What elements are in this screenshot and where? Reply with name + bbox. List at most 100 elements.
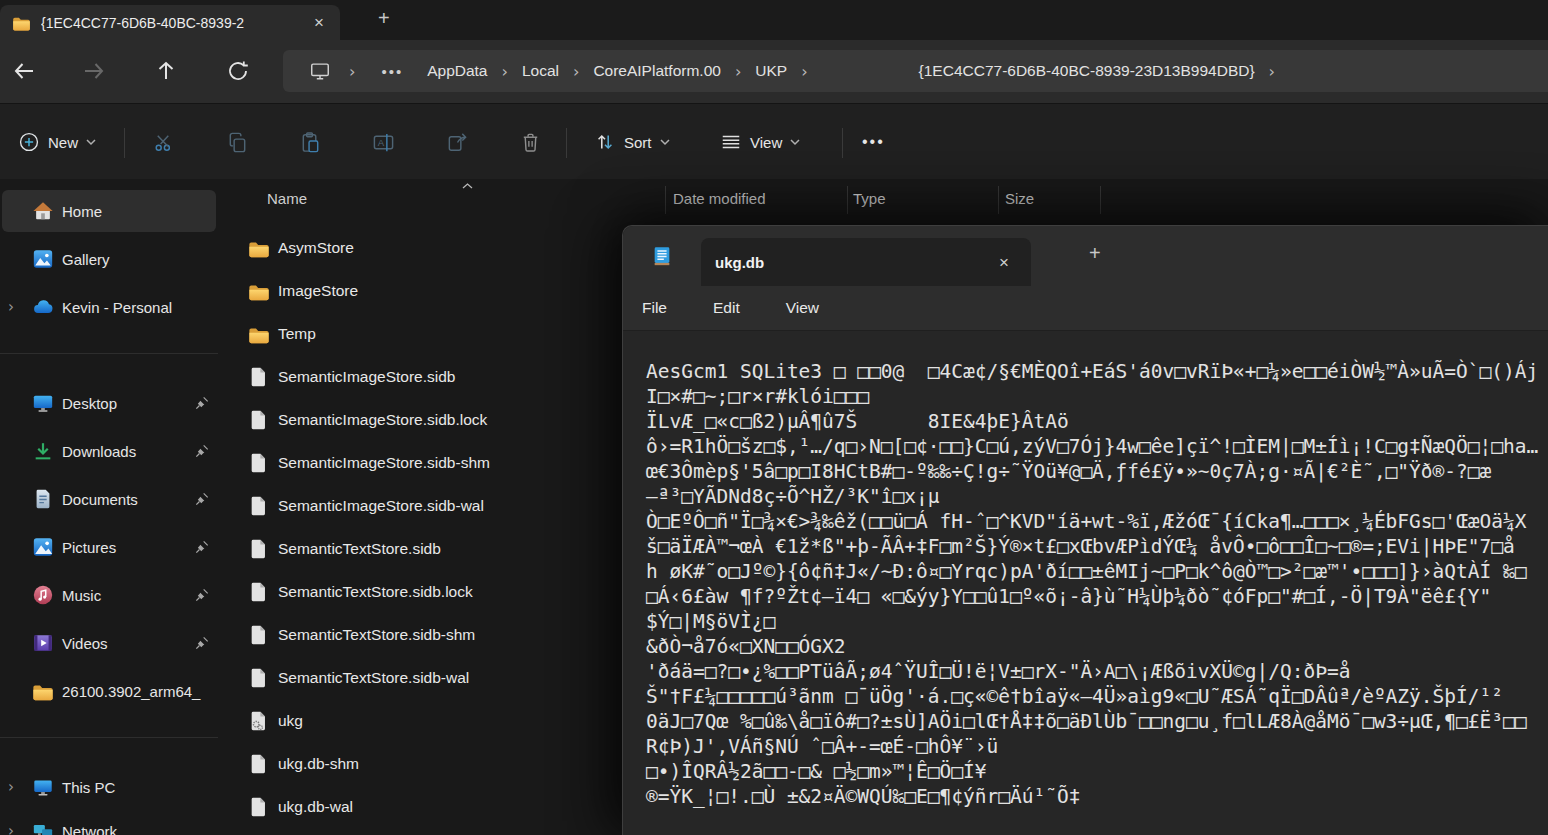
sidebar-item-videos[interactable]: Videos <box>0 622 218 664</box>
new-button[interactable]: New <box>18 104 96 180</box>
file-row[interactable]: SemanticImageStore.sidb <box>218 355 622 398</box>
sidebar-item-onedrive[interactable]: › Kevin - Personal <box>0 286 218 328</box>
breadcrumb-item[interactable]: UKP <box>745 62 797 80</box>
refresh-icon[interactable] <box>226 59 250 83</box>
pin-icon <box>194 443 210 459</box>
desktop-icon <box>32 392 54 414</box>
text-line: □•)ÎQRÂ½2ã□□-□& □½□m»™¦Ê□Ö□Í¥ <box>646 759 1548 784</box>
view-button[interactable]: View <box>720 104 800 180</box>
file-row[interactable]: ukg.db-shm <box>218 742 622 785</box>
new-tab-button[interactable]: + <box>378 8 390 28</box>
file-icon <box>248 624 270 646</box>
explorer-nav-bar: › ••• AppData › Local › CoreAIPlatform.0… <box>0 40 1548 103</box>
column-header-size[interactable]: Size <box>1005 190 1034 207</box>
up-icon[interactable] <box>154 59 178 83</box>
sidebar-divider <box>0 737 218 738</box>
network-icon <box>32 820 54 835</box>
chevron-right-icon[interactable]: › <box>8 778 14 796</box>
file-icon <box>248 667 270 689</box>
menu-file[interactable]: File <box>630 299 679 317</box>
sidebar-item-gallery[interactable]: Gallery <box>0 238 218 280</box>
sidebar-item-network[interactable]: › Network <box>0 810 218 835</box>
sidebar-item-pictures[interactable]: Pictures <box>0 526 218 568</box>
toolbar-divider <box>842 128 843 158</box>
chevron-right-icon[interactable]: › <box>8 298 14 316</box>
file-row[interactable]: SemanticTextStore.sidb-wal <box>218 656 622 699</box>
menu-view[interactable]: View <box>774 299 831 317</box>
file-icon <box>248 495 270 517</box>
file-row[interactable]: ukg.db-wal <box>218 785 622 828</box>
file-row[interactable]: SemanticTextStore.sidb.lock <box>218 570 622 613</box>
sidebar-item-folder[interactable]: 26100.3902_arm64_ <box>0 670 218 712</box>
explorer-tab-bar: {1EC4CC77-6D6B-40BC-8939-2 × + <box>0 0 1548 40</box>
gallery-icon <box>32 248 54 270</box>
column-divider[interactable] <box>998 186 999 214</box>
file-row[interactable]: Temp <box>218 312 622 355</box>
file-row[interactable]: ImageStore <box>218 269 622 312</box>
column-divider[interactable] <box>1100 186 1101 214</box>
breadcrumb-overflow-icon[interactable]: ••• <box>381 63 403 80</box>
delete-icon[interactable] <box>519 131 542 154</box>
more-options-icon[interactable]: ••• <box>862 104 885 180</box>
text-line: □Á‹6£àw ¶f?ºŽt¢—ï4□ «□&ýy}Y□□û1□º«õ¡-â}ù… <box>646 584 1548 609</box>
notepad-tab-close-icon[interactable]: × <box>993 252 1015 273</box>
sidebar-item-music[interactable]: Music <box>0 574 218 616</box>
file-row[interactable]: SemanticImageStore.sidb-shm <box>218 441 622 484</box>
this-pc-icon[interactable] <box>309 60 331 82</box>
column-header-date-modified[interactable]: Date modified <box>673 190 766 207</box>
forward-icon[interactable] <box>82 59 106 83</box>
pin-icon <box>194 587 210 603</box>
folder-icon <box>32 680 54 702</box>
text-line: I□×#□~;□r×r#klói□□□ <box>646 384 1548 409</box>
address-bar[interactable]: › ••• AppData › Local › CoreAIPlatform.0… <box>283 50 1548 92</box>
back-icon[interactable] <box>12 59 36 83</box>
text-line: ô›=R1hÖ□šz□$,¹…/q□›N□[□¢·□□}C□ú,zýV□7Ój}… <box>646 434 1548 459</box>
sort-button[interactable]: Sort <box>594 104 670 180</box>
file-row[interactable]: SemanticImageStore.sidb-wal <box>218 484 622 527</box>
chevron-down-icon <box>86 139 96 146</box>
breadcrumb-item[interactable]: CoreAIPlatform.00 <box>583 62 731 80</box>
pin-icon <box>194 539 210 555</box>
file-row[interactable]: SemanticTextStore.sidb-shm <box>218 613 622 656</box>
view-label: View <box>750 134 782 151</box>
folder-icon <box>12 14 31 31</box>
file-list: AsymStore ImageStore Temp SemanticImageS… <box>218 226 622 835</box>
sidebar-item-this-pc[interactable]: › This PC <box>0 766 218 808</box>
notepad-text-area[interactable]: AesGcm1 SQLite3 □ □□0@ □4Cæ¢/§€MÈQOî+EáS… <box>623 331 1548 835</box>
menu-edit[interactable]: Edit <box>701 299 752 317</box>
copy-icon[interactable] <box>226 131 249 154</box>
column-divider[interactable] <box>847 186 848 214</box>
settings-file-icon <box>248 710 270 732</box>
sidebar-item-downloads[interactable]: Downloads <box>0 430 218 472</box>
tab-close-icon[interactable]: × <box>308 12 330 33</box>
breadcrumb-item[interactable]: Local <box>512 62 569 80</box>
column-header-type[interactable]: Type <box>853 190 886 207</box>
text-line: š□äÏÆÀ™¬œÀ €1ž*ß"+þ-ÃÂ+‡F□m²Š}Ý®×t£□xŒbv… <box>646 534 1548 559</box>
notepad-new-tab-button[interactable]: + <box>1089 242 1101 265</box>
notepad-active-tab[interactable]: ukg.db × <box>701 238 1031 286</box>
sidebar-item-documents[interactable]: Documents <box>0 478 218 520</box>
explorer-tab-title: {1EC4CC77-6D6B-40BC-8939-2 <box>41 15 308 31</box>
sidebar-item-home[interactable]: Home <box>0 190 218 232</box>
explorer-active-tab[interactable]: {1EC4CC77-6D6B-40BC-8939-2 × <box>0 5 340 40</box>
text-line: Š"†F£¼□□□□□ú³ãnm □¯üÖg'·á.□ç«©ê†bîaÿ«—4Ü… <box>646 684 1548 709</box>
text-line: &ðÒ¬å7ó«□XN□□ÓGX2 <box>646 634 1548 659</box>
text-line: Ò□EºÔ□ñ"Ï□¾×€>¾‰êž(□□ü□Á fH-ˆ□^KVD"íä+wt… <box>646 509 1548 534</box>
breadcrumb-item[interactable]: {1EC4CC77-6D6B-40BC-8939-23D13B994DBD} <box>909 62 1265 80</box>
paste-icon[interactable] <box>299 131 322 154</box>
file-row[interactable]: AsymStore <box>218 226 622 269</box>
toolbar-divider <box>566 128 567 158</box>
column-divider[interactable] <box>665 186 666 214</box>
share-icon[interactable] <box>446 131 469 154</box>
chevron-right-icon[interactable]: › <box>8 822 14 835</box>
sidebar-item-desktop[interactable]: Desktop <box>0 382 218 424</box>
cut-icon[interactable] <box>152 131 175 154</box>
file-row[interactable]: SemanticImageStore.sidb.lock <box>218 398 622 441</box>
file-icon <box>248 366 270 388</box>
column-header-name[interactable]: Name <box>267 190 307 207</box>
file-row[interactable]: ukg <box>218 699 622 742</box>
rename-icon[interactable] <box>372 131 395 154</box>
breadcrumb-item[interactable]: AppData <box>417 62 497 80</box>
file-row[interactable]: SemanticTextStore.sidb <box>218 527 622 570</box>
new-label: New <box>48 134 78 151</box>
